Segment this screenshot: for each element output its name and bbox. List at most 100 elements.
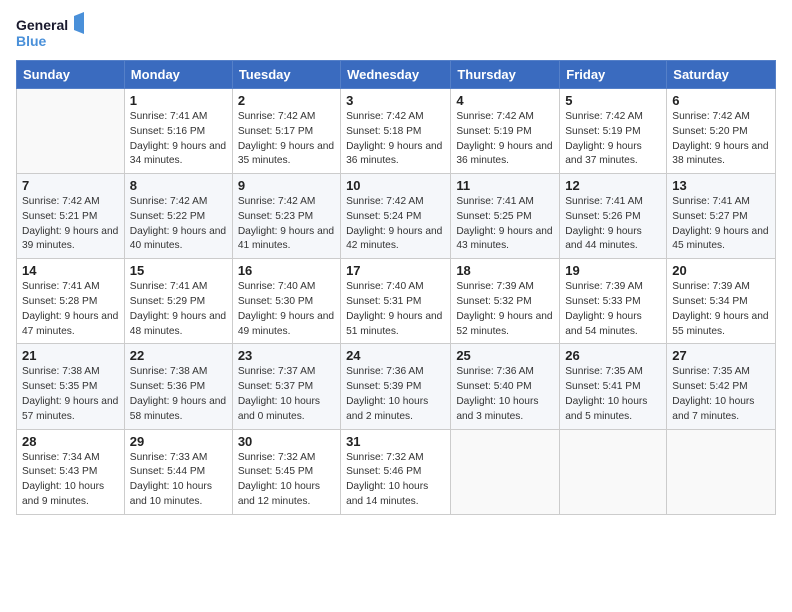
- day-info: Sunrise: 7:39 AMSunset: 5:34 PMDaylight:…: [672, 280, 770, 339]
- day-info: Sunrise: 7:37 AMSunset: 5:37 PMDaylight:…: [238, 365, 335, 424]
- day-number: 17: [346, 263, 445, 278]
- day-number: 25: [456, 348, 554, 363]
- day-number: 16: [238, 263, 335, 278]
- calendar-cell: [560, 429, 667, 514]
- calendar-week-row: 28 Sunrise: 7:34 AMSunset: 5:43 PMDaylig…: [17, 429, 776, 514]
- logo: General Blue: [16, 12, 86, 52]
- day-info: Sunrise: 7:35 AMSunset: 5:41 PMDaylight:…: [565, 365, 661, 424]
- day-number: 28: [22, 434, 119, 449]
- column-header-friday: Friday: [560, 61, 667, 89]
- day-info: Sunrise: 7:40 AMSunset: 5:31 PMDaylight:…: [346, 280, 445, 339]
- day-number: 27: [672, 348, 770, 363]
- calendar-cell: 20 Sunrise: 7:39 AMSunset: 5:34 PMDaylig…: [667, 259, 776, 344]
- day-info: Sunrise: 7:32 AMSunset: 5:46 PMDaylight:…: [346, 451, 445, 510]
- calendar-cell: [667, 429, 776, 514]
- day-info: Sunrise: 7:41 AMSunset: 5:25 PMDaylight:…: [456, 195, 554, 254]
- day-info: Sunrise: 7:36 AMSunset: 5:40 PMDaylight:…: [456, 365, 554, 424]
- day-number: 14: [22, 263, 119, 278]
- calendar-cell: 24 Sunrise: 7:36 AMSunset: 5:39 PMDaylig…: [341, 344, 451, 429]
- calendar-week-row: 21 Sunrise: 7:38 AMSunset: 5:35 PMDaylig…: [17, 344, 776, 429]
- day-number: 7: [22, 178, 119, 193]
- day-number: 10: [346, 178, 445, 193]
- day-info: Sunrise: 7:34 AMSunset: 5:43 PMDaylight:…: [22, 451, 119, 510]
- day-info: Sunrise: 7:41 AMSunset: 5:16 PMDaylight:…: [130, 110, 227, 169]
- day-number: 23: [238, 348, 335, 363]
- calendar-cell: 10 Sunrise: 7:42 AMSunset: 5:24 PMDaylig…: [341, 174, 451, 259]
- day-number: 30: [238, 434, 335, 449]
- calendar-cell: 21 Sunrise: 7:38 AMSunset: 5:35 PMDaylig…: [17, 344, 125, 429]
- day-number: 29: [130, 434, 227, 449]
- day-info: Sunrise: 7:42 AMSunset: 5:18 PMDaylight:…: [346, 110, 445, 169]
- day-info: Sunrise: 7:42 AMSunset: 5:22 PMDaylight:…: [130, 195, 227, 254]
- day-info: Sunrise: 7:42 AMSunset: 5:21 PMDaylight:…: [22, 195, 119, 254]
- calendar-cell: 14 Sunrise: 7:41 AMSunset: 5:28 PMDaylig…: [17, 259, 125, 344]
- day-info: Sunrise: 7:39 AMSunset: 5:33 PMDaylight:…: [565, 280, 661, 339]
- calendar-cell: 8 Sunrise: 7:42 AMSunset: 5:22 PMDayligh…: [124, 174, 232, 259]
- day-number: 2: [238, 93, 335, 108]
- day-info: Sunrise: 7:42 AMSunset: 5:24 PMDaylight:…: [346, 195, 445, 254]
- calendar-cell: 16 Sunrise: 7:40 AMSunset: 5:30 PMDaylig…: [232, 259, 340, 344]
- calendar-cell: 15 Sunrise: 7:41 AMSunset: 5:29 PMDaylig…: [124, 259, 232, 344]
- column-header-monday: Monday: [124, 61, 232, 89]
- day-info: Sunrise: 7:42 AMSunset: 5:23 PMDaylight:…: [238, 195, 335, 254]
- day-number: 18: [456, 263, 554, 278]
- logo-svg: General Blue: [16, 12, 86, 52]
- day-number: 9: [238, 178, 335, 193]
- calendar-table: SundayMondayTuesdayWednesdayThursdayFrid…: [16, 60, 776, 515]
- day-info: Sunrise: 7:32 AMSunset: 5:45 PMDaylight:…: [238, 451, 335, 510]
- page-header: General Blue: [16, 12, 776, 52]
- column-header-saturday: Saturday: [667, 61, 776, 89]
- day-info: Sunrise: 7:35 AMSunset: 5:42 PMDaylight:…: [672, 365, 770, 424]
- day-number: 24: [346, 348, 445, 363]
- calendar-cell: 6 Sunrise: 7:42 AMSunset: 5:20 PMDayligh…: [667, 89, 776, 174]
- column-header-tuesday: Tuesday: [232, 61, 340, 89]
- calendar-cell: 27 Sunrise: 7:35 AMSunset: 5:42 PMDaylig…: [667, 344, 776, 429]
- calendar-cell: 18 Sunrise: 7:39 AMSunset: 5:32 PMDaylig…: [451, 259, 560, 344]
- day-info: Sunrise: 7:39 AMSunset: 5:32 PMDaylight:…: [456, 280, 554, 339]
- calendar-week-row: 14 Sunrise: 7:41 AMSunset: 5:28 PMDaylig…: [17, 259, 776, 344]
- svg-text:General: General: [16, 17, 68, 33]
- calendar-cell: 11 Sunrise: 7:41 AMSunset: 5:25 PMDaylig…: [451, 174, 560, 259]
- calendar-cell: 4 Sunrise: 7:42 AMSunset: 5:19 PMDayligh…: [451, 89, 560, 174]
- day-info: Sunrise: 7:41 AMSunset: 5:29 PMDaylight:…: [130, 280, 227, 339]
- calendar-cell: 3 Sunrise: 7:42 AMSunset: 5:18 PMDayligh…: [341, 89, 451, 174]
- calendar-week-row: 1 Sunrise: 7:41 AMSunset: 5:16 PMDayligh…: [17, 89, 776, 174]
- day-info: Sunrise: 7:41 AMSunset: 5:28 PMDaylight:…: [22, 280, 119, 339]
- column-header-wednesday: Wednesday: [341, 61, 451, 89]
- column-header-thursday: Thursday: [451, 61, 560, 89]
- calendar-cell: 31 Sunrise: 7:32 AMSunset: 5:46 PMDaylig…: [341, 429, 451, 514]
- calendar-cell: [451, 429, 560, 514]
- page-container: General Blue SundayMondayTuesdayWednesda…: [0, 0, 792, 612]
- day-number: 31: [346, 434, 445, 449]
- day-number: 3: [346, 93, 445, 108]
- day-number: 15: [130, 263, 227, 278]
- day-info: Sunrise: 7:42 AMSunset: 5:19 PMDaylight:…: [456, 110, 554, 169]
- day-info: Sunrise: 7:41 AMSunset: 5:27 PMDaylight:…: [672, 195, 770, 254]
- calendar-header-row: SundayMondayTuesdayWednesdayThursdayFrid…: [17, 61, 776, 89]
- svg-text:Blue: Blue: [16, 33, 47, 49]
- day-number: 1: [130, 93, 227, 108]
- day-info: Sunrise: 7:36 AMSunset: 5:39 PMDaylight:…: [346, 365, 445, 424]
- calendar-cell: 5 Sunrise: 7:42 AMSunset: 5:19 PMDayligh…: [560, 89, 667, 174]
- day-number: 6: [672, 93, 770, 108]
- day-info: Sunrise: 7:38 AMSunset: 5:35 PMDaylight:…: [22, 365, 119, 424]
- day-number: 26: [565, 348, 661, 363]
- calendar-cell: 23 Sunrise: 7:37 AMSunset: 5:37 PMDaylig…: [232, 344, 340, 429]
- day-number: 20: [672, 263, 770, 278]
- calendar-cell: 9 Sunrise: 7:42 AMSunset: 5:23 PMDayligh…: [232, 174, 340, 259]
- day-info: Sunrise: 7:41 AMSunset: 5:26 PMDaylight:…: [565, 195, 661, 254]
- calendar-cell: 13 Sunrise: 7:41 AMSunset: 5:27 PMDaylig…: [667, 174, 776, 259]
- day-info: Sunrise: 7:42 AMSunset: 5:19 PMDaylight:…: [565, 110, 661, 169]
- calendar-cell: 28 Sunrise: 7:34 AMSunset: 5:43 PMDaylig…: [17, 429, 125, 514]
- day-number: 13: [672, 178, 770, 193]
- day-number: 11: [456, 178, 554, 193]
- column-header-sunday: Sunday: [17, 61, 125, 89]
- calendar-cell: 25 Sunrise: 7:36 AMSunset: 5:40 PMDaylig…: [451, 344, 560, 429]
- day-info: Sunrise: 7:33 AMSunset: 5:44 PMDaylight:…: [130, 451, 227, 510]
- calendar-cell: 26 Sunrise: 7:35 AMSunset: 5:41 PMDaylig…: [560, 344, 667, 429]
- calendar-cell: 12 Sunrise: 7:41 AMSunset: 5:26 PMDaylig…: [560, 174, 667, 259]
- day-number: 8: [130, 178, 227, 193]
- day-number: 12: [565, 178, 661, 193]
- day-number: 5: [565, 93, 661, 108]
- calendar-cell: 2 Sunrise: 7:42 AMSunset: 5:17 PMDayligh…: [232, 89, 340, 174]
